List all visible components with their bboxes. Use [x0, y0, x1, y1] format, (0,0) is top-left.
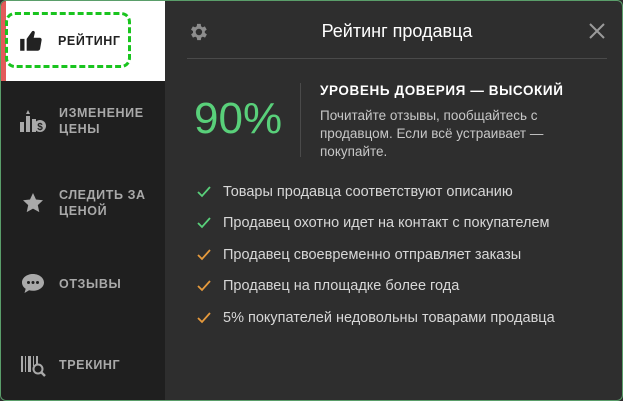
rating-percent: 90%: [194, 94, 283, 143]
trust-description: Почитайте отзывы, пообщайтесь с продавцо…: [320, 108, 544, 159]
price-change-icon: $: [19, 107, 47, 135]
check-icon: [197, 184, 223, 200]
sidebar: РЕЙТИНГ $ ИЗМЕНЕНИЕ ЦЕНЫ СЛЕДИТЬ ЗА ЦЕНО…: [1, 1, 165, 400]
svg-text:$: $: [37, 122, 43, 133]
check-icon: [197, 247, 223, 263]
trust-level-title: УРОВЕНЬ ДОВЕРИЯ — ВЫСОКИЙ: [320, 83, 564, 98]
criteria-text: 5% покупателей недовольны товарами прода…: [223, 309, 555, 326]
criteria-text: Продавец охотно идет на контакт с покупа…: [223, 215, 550, 232]
sidebar-item-label: ОТЗЫВЫ: [59, 277, 122, 291]
sidebar-item-rating[interactable]: РЕЙТИНГ: [1, 1, 165, 81]
criteria-text: Продавец своевременно отправляет заказы: [223, 246, 522, 263]
list-item: Продавец охотно идет на контакт с покупа…: [197, 208, 607, 240]
check-icon: [197, 215, 223, 231]
criteria-text: Продавец на площадке более года: [223, 278, 460, 295]
star-icon: [19, 189, 47, 217]
close-icon[interactable]: [587, 21, 607, 41]
thumbs-up-icon: [17, 27, 45, 55]
sidebar-item-reviews[interactable]: ОТЗЫВЫ: [1, 244, 165, 324]
check-icon: [197, 278, 223, 294]
header-divider: [187, 58, 607, 59]
check-icon: [197, 310, 223, 326]
panel-header: Рейтинг продавца: [187, 1, 607, 59]
sidebar-item-label: ТРЕКИНГ: [59, 358, 121, 372]
chat-bubble-icon: [19, 270, 47, 298]
criteria-list: Товары продавца соответствуют описанию П…: [197, 176, 607, 334]
sidebar-item-watch-price[interactable]: СЛЕДИТЬ ЗА ЦЕНОЙ: [1, 163, 165, 243]
sidebar-item-label: ИЗМЕНЕНИЕ ЦЕНЫ: [59, 106, 144, 136]
barcode-search-icon: [19, 351, 47, 379]
list-item: Продавец на площадке более года: [197, 271, 607, 303]
sidebar-item-label: РЕЙТИНГ: [58, 34, 121, 48]
list-item: Продавец своевременно отправляет заказы: [197, 239, 607, 271]
list-item: 5% покупателей недовольны товарами прода…: [197, 302, 607, 334]
criteria-text: Товары продавца соответствуют описанию: [223, 183, 513, 200]
rating-divider: [300, 83, 301, 157]
page-title: Рейтинг продавца: [321, 21, 473, 41]
list-item: Товары продавца соответствуют описанию: [197, 176, 607, 208]
sidebar-item-price-change[interactable]: $ ИЗМЕНЕНИЕ ЦЕНЫ: [1, 81, 165, 161]
sidebar-item-label: СЛЕДИТЬ ЗА ЦЕНОЙ: [59, 188, 146, 218]
sidebar-item-tracking[interactable]: ТРЕКИНГ: [1, 325, 165, 400]
seller-rating-window: РЕЙТИНГ $ ИЗМЕНЕНИЕ ЦЕНЫ СЛЕДИТЬ ЗА ЦЕНО…: [0, 0, 623, 401]
